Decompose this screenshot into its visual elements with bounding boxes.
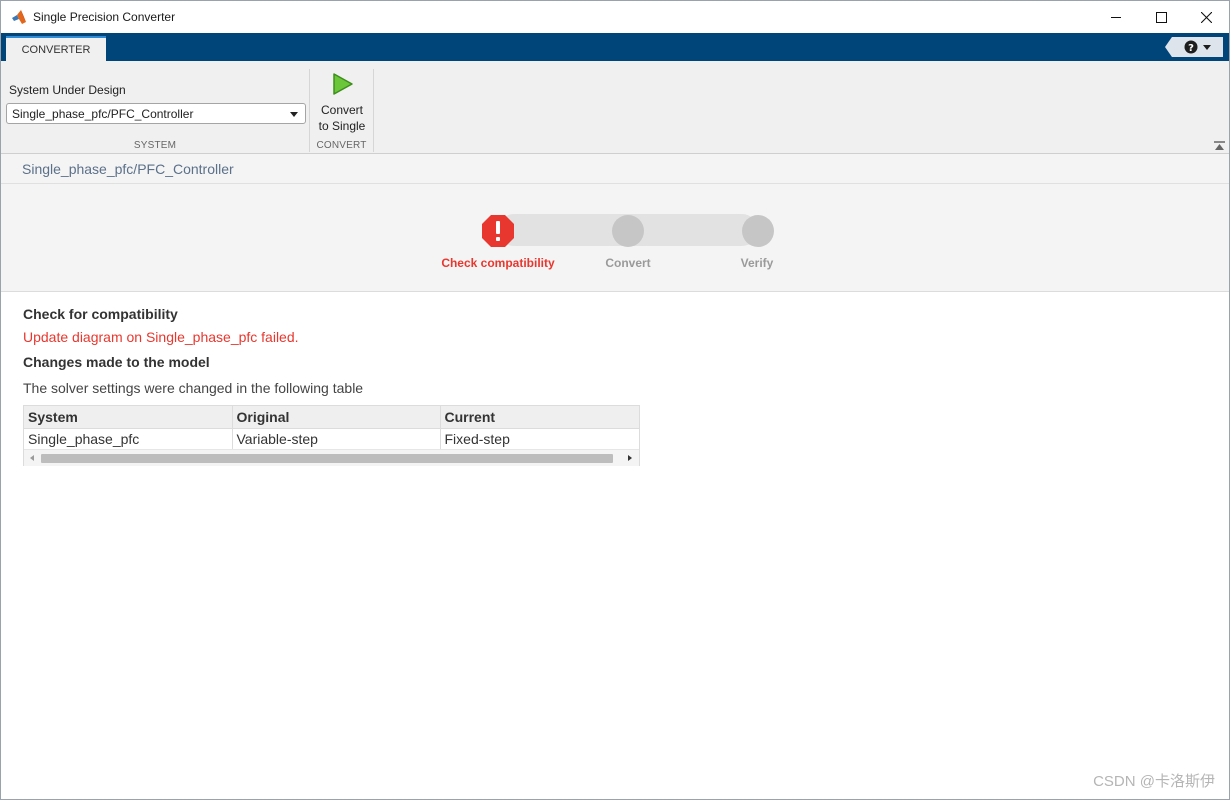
convert-button-label-line1: Convert <box>320 103 364 117</box>
convert-to-single-button[interactable]: Convert to Single <box>310 69 374 137</box>
table-row: Single_phase_pfc Variable-step Fixed-ste… <box>24 428 639 450</box>
convert-section-title: CONVERT <box>316 140 367 151</box>
column-header-current[interactable]: Current <box>440 406 639 429</box>
column-header-system[interactable]: System <box>24 406 233 429</box>
error-message: Update diagram on Single_phase_pfc faile… <box>23 329 299 345</box>
table-header-row: System Original Current <box>24 406 639 429</box>
system-under-design-dropdown[interactable]: Single_phase_pfc/PFC_Controller <box>6 103 306 124</box>
breadcrumb-bar: Single_phase_pfc/PFC_Controller <box>1 154 1229 184</box>
system-section: System Under Design Single_phase_pfc/PFC… <box>1 69 310 152</box>
convert-section: Convert to Single CONVERT <box>310 69 374 152</box>
close-icon <box>1200 11 1212 23</box>
step-check-compatibility-label[interactable]: Check compatibility <box>428 256 568 270</box>
system-section-title: SYSTEM <box>133 140 177 151</box>
step-verify-indicator <box>742 215 774 247</box>
ribbon-tab-strip: CONVERTER ? <box>1 33 1229 61</box>
app-window: Single Precision Converter CONVERTER ? S… <box>0 0 1230 800</box>
chevron-down-icon <box>1202 44 1211 50</box>
scroll-left-arrow-icon[interactable] <box>30 455 34 461</box>
changes-heading: Changes made to the model <box>23 354 210 370</box>
scroll-right-arrow-icon[interactable] <box>628 455 632 461</box>
maximize-icon <box>1155 11 1167 23</box>
maximize-button[interactable] <box>1138 1 1184 33</box>
minimize-button[interactable] <box>1093 1 1139 33</box>
play-icon <box>333 73 353 95</box>
table-cell-system: Single_phase_pfc <box>24 428 233 450</box>
step-convert-label: Convert <box>605 256 651 270</box>
error-octagon-icon <box>482 215 514 247</box>
watermark: CSDN @卡洛斯伊 <box>1093 773 1215 790</box>
breadcrumb[interactable]: Single_phase_pfc/PFC_Controller <box>22 161 234 177</box>
help-button[interactable]: ? <box>1165 37 1223 57</box>
window-title: Single Precision Converter <box>33 10 176 24</box>
changes-description: The solver settings were changed in the … <box>23 380 364 396</box>
progress-stepper: Check compatibility Convert Verify <box>1 184 1229 292</box>
tab-converter[interactable]: CONVERTER <box>6 36 106 61</box>
minimize-icon <box>1111 17 1121 18</box>
dropdown-caret-icon <box>290 112 298 117</box>
check-compatibility-heading: Check for compatibility <box>23 306 178 322</box>
step-verify-label: Verify <box>740 256 774 270</box>
scrollbar-thumb[interactable] <box>41 454 613 463</box>
svg-text:?: ? <box>1188 43 1194 54</box>
table-cell-current: Fixed-step <box>440 428 639 450</box>
table-horizontal-scrollbar[interactable] <box>24 450 639 466</box>
column-header-original[interactable]: Original <box>232 406 441 429</box>
solver-changes-table: System Original Current Single_phase_pfc… <box>23 405 640 466</box>
convert-button-label-line2: to Single <box>318 119 366 133</box>
step-convert-indicator <box>612 215 644 247</box>
system-under-design-label: System Under Design <box>9 83 126 97</box>
collapse-toolstrip-icon[interactable] <box>1214 141 1225 151</box>
table-cell-original: Variable-step <box>232 428 441 450</box>
matlab-logo-icon <box>11 9 27 25</box>
toolstrip: System Under Design Single_phase_pfc/PFC… <box>1 61 1229 154</box>
close-button[interactable] <box>1183 1 1229 33</box>
question-mark-icon: ? <box>1184 40 1197 54</box>
selected-system-value: Single_phase_pfc/PFC_Controller <box>12 107 194 121</box>
title-bar: Single Precision Converter <box>1 1 1229 33</box>
